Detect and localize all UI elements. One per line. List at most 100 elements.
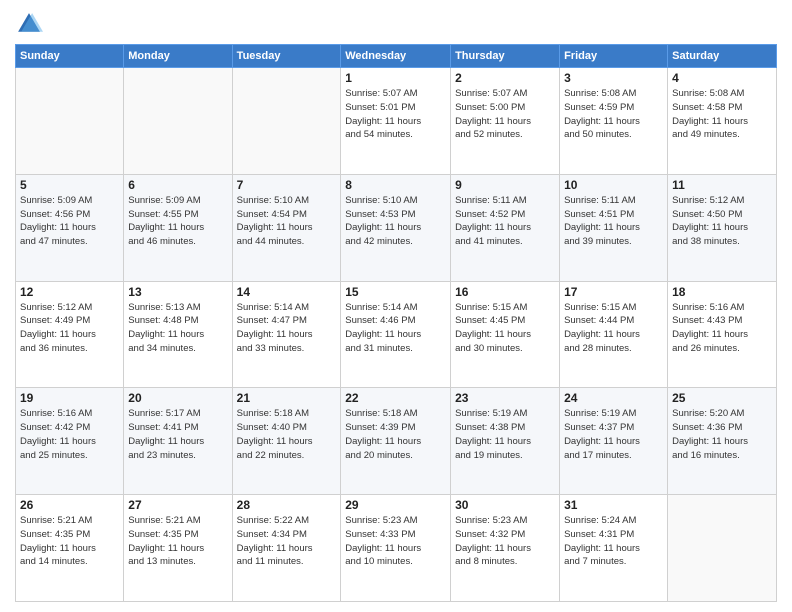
day-info: Sunrise: 5:11 AMSunset: 4:51 PMDaylight:… xyxy=(564,194,663,249)
day-number: 30 xyxy=(455,498,555,512)
day-header-thursday: Thursday xyxy=(451,45,560,68)
day-number: 10 xyxy=(564,178,663,192)
day-info: Sunrise: 5:08 AMSunset: 4:58 PMDaylight:… xyxy=(672,87,772,142)
calendar-cell: 11 Sunrise: 5:12 AMSunset: 4:50 PMDayligh… xyxy=(668,174,777,281)
day-info: Sunrise: 5:10 AMSunset: 4:53 PMDaylight:… xyxy=(345,194,446,249)
day-info: Sunrise: 5:16 AMSunset: 4:43 PMDaylight:… xyxy=(672,301,772,356)
day-info: Sunrise: 5:21 AMSunset: 4:35 PMDaylight:… xyxy=(128,514,227,569)
day-number: 19 xyxy=(20,391,119,405)
day-info: Sunrise: 5:18 AMSunset: 4:39 PMDaylight:… xyxy=(345,407,446,462)
day-number: 22 xyxy=(345,391,446,405)
page: SundayMondayTuesdayWednesdayThursdayFrid… xyxy=(0,0,792,612)
week-row-5: 26Sunrise: 5:21 AMSunset: 4:35 PMDayligh… xyxy=(16,495,777,602)
day-number: 21 xyxy=(237,391,337,405)
day-info: Sunrise: 5:09 AMSunset: 4:55 PMDaylight:… xyxy=(128,194,227,249)
day-number: 8 xyxy=(345,178,446,192)
day-number: 7 xyxy=(237,178,337,192)
day-info: Sunrise: 5:23 AMSunset: 4:32 PMDaylight:… xyxy=(455,514,555,569)
day-info: Sunrise: 5:08 AMSunset: 4:59 PMDaylight:… xyxy=(564,87,663,142)
day-info: Sunrise: 5:16 AMSunset: 4:42 PMDaylight:… xyxy=(20,407,119,462)
day-info: Sunrise: 5:13 AMSunset: 4:48 PMDaylight:… xyxy=(128,301,227,356)
day-number: 12 xyxy=(20,285,119,299)
logo-icon xyxy=(15,10,43,38)
day-number: 31 xyxy=(564,498,663,512)
calendar-cell: 28 Sunrise: 5:22 AMSunset: 4:34 PMDayligh… xyxy=(232,495,341,602)
calendar-cell: 13 Sunrise: 5:13 AMSunset: 4:48 PMDayligh… xyxy=(124,281,232,388)
calendar-cell: 7 Sunrise: 5:10 AMSunset: 4:54 PMDaylight… xyxy=(232,174,341,281)
calendar-cell: 2 Sunrise: 5:07 AMSunset: 5:00 PMDaylight… xyxy=(451,68,560,175)
calendar-cell: 15 Sunrise: 5:14 AMSunset: 4:46 PMDayligh… xyxy=(341,281,451,388)
calendar-cell: 22 Sunrise: 5:18 AMSunset: 4:39 PMDayligh… xyxy=(341,388,451,495)
calendar-cell: 25Sunrise: 5:20 AMSunset: 4:36 PMDayligh… xyxy=(668,388,777,495)
calendar-cell: 17 Sunrise: 5:15 AMSunset: 4:44 PMDayligh… xyxy=(560,281,668,388)
calendar-cell: 30 Sunrise: 5:23 AMSunset: 4:32 PMDayligh… xyxy=(451,495,560,602)
days-row: SundayMondayTuesdayWednesdayThursdayFrid… xyxy=(16,45,777,68)
day-info: Sunrise: 5:14 AMSunset: 4:47 PMDaylight:… xyxy=(237,301,337,356)
calendar-cell: 24 Sunrise: 5:19 AMSunset: 4:37 PMDayligh… xyxy=(560,388,668,495)
calendar-cell: 20 Sunrise: 5:17 AMSunset: 4:41 PMDayligh… xyxy=(124,388,232,495)
calendar-header: SundayMondayTuesdayWednesdayThursdayFrid… xyxy=(16,45,777,68)
week-row-3: 12 Sunrise: 5:12 AMSunset: 4:49 PMDayligh… xyxy=(16,281,777,388)
day-info: Sunrise: 5:07 AMSunset: 5:01 PMDaylight:… xyxy=(345,87,446,142)
week-row-2: 5Sunrise: 5:09 AMSunset: 4:56 PMDaylight… xyxy=(16,174,777,281)
calendar-cell: 9Sunrise: 5:11 AMSunset: 4:52 PMDaylight… xyxy=(451,174,560,281)
logo xyxy=(15,10,47,38)
day-number: 14 xyxy=(237,285,337,299)
day-info: Sunrise: 5:19 AMSunset: 4:38 PMDaylight:… xyxy=(455,407,555,462)
calendar-cell: 27 Sunrise: 5:21 AMSunset: 4:35 PMDayligh… xyxy=(124,495,232,602)
week-row-4: 19 Sunrise: 5:16 AMSunset: 4:42 PMDayligh… xyxy=(16,388,777,495)
header xyxy=(15,10,777,38)
day-info: Sunrise: 5:15 AMSunset: 4:44 PMDaylight:… xyxy=(564,301,663,356)
day-number: 11 xyxy=(672,178,772,192)
day-info: Sunrise: 5:15 AMSunset: 4:45 PMDaylight:… xyxy=(455,301,555,356)
calendar-body: 1 Sunrise: 5:07 AMSunset: 5:01 PMDaylight… xyxy=(16,68,777,602)
calendar-cell: 12 Sunrise: 5:12 AMSunset: 4:49 PMDayligh… xyxy=(16,281,124,388)
day-header-friday: Friday xyxy=(560,45,668,68)
calendar-cell: 4 Sunrise: 5:08 AMSunset: 4:58 PMDaylight… xyxy=(668,68,777,175)
day-number: 27 xyxy=(128,498,227,512)
day-number: 16 xyxy=(455,285,555,299)
calendar-cell xyxy=(16,68,124,175)
day-header-saturday: Saturday xyxy=(668,45,777,68)
day-info: Sunrise: 5:21 AMSunset: 4:35 PMDaylight:… xyxy=(20,514,119,569)
day-header-sunday: Sunday xyxy=(16,45,124,68)
day-number: 17 xyxy=(564,285,663,299)
day-number: 15 xyxy=(345,285,446,299)
day-number: 20 xyxy=(128,391,227,405)
day-header-wednesday: Wednesday xyxy=(341,45,451,68)
calendar-cell: 31Sunrise: 5:24 AMSunset: 4:31 PMDayligh… xyxy=(560,495,668,602)
day-info: Sunrise: 5:12 AMSunset: 4:49 PMDaylight:… xyxy=(20,301,119,356)
day-number: 2 xyxy=(455,71,555,85)
day-info: Sunrise: 5:18 AMSunset: 4:40 PMDaylight:… xyxy=(237,407,337,462)
day-info: Sunrise: 5:09 AMSunset: 4:56 PMDaylight:… xyxy=(20,194,119,249)
calendar-cell: 5Sunrise: 5:09 AMSunset: 4:56 PMDaylight… xyxy=(16,174,124,281)
day-number: 28 xyxy=(237,498,337,512)
calendar-cell: 3Sunrise: 5:08 AMSunset: 4:59 PMDaylight… xyxy=(560,68,668,175)
calendar-cell: 23 Sunrise: 5:19 AMSunset: 4:38 PMDayligh… xyxy=(451,388,560,495)
calendar-cell: 10 Sunrise: 5:11 AMSunset: 4:51 PMDayligh… xyxy=(560,174,668,281)
calendar-cell: 21 Sunrise: 5:18 AMSunset: 4:40 PMDayligh… xyxy=(232,388,341,495)
calendar-cell xyxy=(232,68,341,175)
calendar-cell: 26Sunrise: 5:21 AMSunset: 4:35 PMDayligh… xyxy=(16,495,124,602)
day-info: Sunrise: 5:10 AMSunset: 4:54 PMDaylight:… xyxy=(237,194,337,249)
day-header-tuesday: Tuesday xyxy=(232,45,341,68)
day-info: Sunrise: 5:17 AMSunset: 4:41 PMDaylight:… xyxy=(128,407,227,462)
calendar-cell: 14 Sunrise: 5:14 AMSunset: 4:47 PMDayligh… xyxy=(232,281,341,388)
day-info: Sunrise: 5:22 AMSunset: 4:34 PMDaylight:… xyxy=(237,514,337,569)
week-row-1: 1 Sunrise: 5:07 AMSunset: 5:01 PMDaylight… xyxy=(16,68,777,175)
day-number: 1 xyxy=(345,71,446,85)
calendar-cell: 1 Sunrise: 5:07 AMSunset: 5:01 PMDaylight… xyxy=(341,68,451,175)
calendar-cell: 19 Sunrise: 5:16 AMSunset: 4:42 PMDayligh… xyxy=(16,388,124,495)
day-info: Sunrise: 5:07 AMSunset: 5:00 PMDaylight:… xyxy=(455,87,555,142)
day-number: 23 xyxy=(455,391,555,405)
day-info: Sunrise: 5:12 AMSunset: 4:50 PMDaylight:… xyxy=(672,194,772,249)
calendar-cell xyxy=(668,495,777,602)
day-number: 13 xyxy=(128,285,227,299)
day-info: Sunrise: 5:14 AMSunset: 4:46 PMDaylight:… xyxy=(345,301,446,356)
calendar-cell: 18Sunrise: 5:16 AMSunset: 4:43 PMDayligh… xyxy=(668,281,777,388)
day-info: Sunrise: 5:19 AMSunset: 4:37 PMDaylight:… xyxy=(564,407,663,462)
day-number: 24 xyxy=(564,391,663,405)
day-number: 25 xyxy=(672,391,772,405)
calendar-cell xyxy=(124,68,232,175)
day-number: 4 xyxy=(672,71,772,85)
